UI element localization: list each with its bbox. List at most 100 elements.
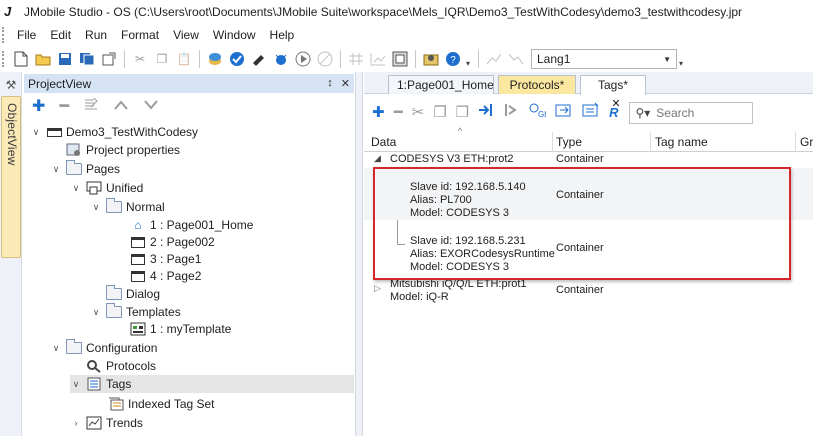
- debug-icon[interactable]: [272, 50, 290, 68]
- collapse-icon[interactable]: ∨: [70, 379, 82, 390]
- tree-item-mytemplate[interactable]: 1 : myTemplate: [130, 320, 231, 338]
- validate-icon[interactable]: [228, 50, 246, 68]
- expand-icon[interactable]: ▷: [374, 283, 381, 294]
- tree-item-trends[interactable]: › Trends: [70, 414, 143, 432]
- tag-convert-icon[interactable]: [555, 102, 573, 124]
- cut-icon[interactable]: ✂: [131, 50, 149, 68]
- collapse-icon[interactable]: ∨: [50, 343, 62, 354]
- tree-item-page1[interactable]: 3 : Page1: [130, 250, 201, 268]
- import-icon[interactable]: [478, 103, 494, 123]
- expand-icon[interactable]: ›: [70, 418, 82, 428]
- stop-icon[interactable]: [316, 50, 334, 68]
- collapse-icon[interactable]: ∨: [90, 202, 102, 213]
- menu-window[interactable]: Window: [206, 24, 263, 46]
- tree-item-normal[interactable]: ∨ Normal: [90, 198, 165, 216]
- tree-item-label: 3 : Page1: [150, 252, 202, 266]
- rename-icon[interactable]: [83, 97, 99, 117]
- tree-item-label: 1 : Page001_Home: [150, 218, 254, 232]
- tree-item-indexed-tag-set[interactable]: Indexed Tag Set: [108, 395, 215, 413]
- new-file-icon[interactable]: [12, 50, 30, 68]
- tree-item-project[interactable]: ∨ Demo3_TestWithCodesy: [30, 123, 198, 141]
- tools-icon[interactable]: ⚒: [3, 78, 19, 92]
- tag-search-box[interactable]: ⚲▾: [629, 102, 754, 124]
- menu-grip[interactable]: [2, 27, 6, 43]
- tree-item-templates[interactable]: ∨ Templates: [90, 303, 181, 321]
- refresh-tags-icon[interactable]: R: [609, 103, 618, 123]
- panel-splitter[interactable]: [355, 72, 363, 436]
- copy-icon[interactable]: ❐: [153, 50, 171, 68]
- tree-item-unified[interactable]: ∨ Unified: [70, 179, 144, 197]
- layout-icon[interactable]: [391, 50, 409, 68]
- toolbar-overflow-icon[interactable]: ▾: [466, 50, 474, 68]
- help-icon[interactable]: ?: [444, 50, 462, 68]
- collapse-icon[interactable]: ∨: [70, 183, 82, 194]
- tab-tags[interactable]: Tags* ✕: [580, 75, 646, 110]
- menu-edit[interactable]: Edit: [43, 24, 78, 46]
- tag-indexed-icon[interactable]: [582, 102, 600, 124]
- save-all-icon[interactable]: [78, 50, 96, 68]
- add-icon[interactable]: ✚: [32, 97, 45, 117]
- tree-item-pages[interactable]: ∨ Pages: [50, 160, 120, 178]
- menu-help[interactable]: Help: [263, 24, 302, 46]
- tab-page001-home[interactable]: 1:Page001_Home: [388, 75, 494, 94]
- open-folder-icon[interactable]: [34, 50, 52, 68]
- toolbar-grip[interactable]: [2, 51, 6, 67]
- remove-tag-icon[interactable]: ━: [394, 103, 403, 123]
- tree-item-configuration[interactable]: ∨ Configuration: [50, 339, 157, 357]
- close-icon[interactable]: ✕: [341, 77, 350, 90]
- export-icon[interactable]: [100, 50, 118, 68]
- collapse-icon[interactable]: ◢: [374, 153, 381, 164]
- build-icon[interactable]: [206, 50, 224, 68]
- column-divider[interactable]: [650, 132, 651, 152]
- column-header-data[interactable]: Data: [371, 135, 396, 149]
- move-down-icon[interactable]: [143, 97, 159, 117]
- menu-format[interactable]: Format: [114, 24, 166, 46]
- dictionary-icon[interactable]: Gb: [528, 102, 549, 124]
- toolbar-overflow-icon[interactable]: ▾: [679, 50, 687, 68]
- grid-icon[interactable]: [347, 50, 365, 68]
- menu-file[interactable]: File: [10, 24, 43, 46]
- column-header-type[interactable]: Type: [556, 135, 582, 149]
- column-divider[interactable]: [795, 132, 796, 152]
- trends-icon: [86, 416, 102, 430]
- tree-item-page001-home[interactable]: ⌂ 1 : Page001_Home: [130, 216, 253, 234]
- menu-run[interactable]: Run: [78, 24, 114, 46]
- column-header-tag-name[interactable]: Tag name: [655, 135, 708, 149]
- download-icon[interactable]: [250, 50, 268, 68]
- language-select[interactable]: Lang1 ▼: [531, 49, 677, 69]
- collapse-icon[interactable]: ∨: [90, 307, 102, 318]
- export-icon[interactable]: [503, 103, 519, 123]
- protocol-row-mitsubishi[interactable]: ▷ Mitsubishi iQ/Q/L ETH:prot1 Model: iQ-…: [364, 277, 813, 305]
- menu-view[interactable]: View: [166, 24, 206, 46]
- chart-down-icon[interactable]: [507, 50, 525, 68]
- tree-item-protocols[interactable]: Protocols: [86, 357, 156, 375]
- tree-item-page002[interactable]: 2 : Page002: [130, 233, 215, 251]
- collapse-icon[interactable]: ∨: [30, 127, 42, 138]
- tab-protocols[interactable]: Protocols*: [498, 75, 576, 94]
- chart-up-icon[interactable]: [485, 50, 503, 68]
- protocol-row-codesys[interactable]: ◢ CODESYS V3 ETH:prot2 Container: [364, 152, 813, 168]
- save-icon[interactable]: [56, 50, 74, 68]
- move-up-icon[interactable]: [113, 97, 129, 117]
- tree-item-tags[interactable]: ∨ Tags: [70, 375, 354, 393]
- tree-item-page2[interactable]: 4 : Page2: [130, 267, 201, 285]
- remove-icon[interactable]: ━: [59, 97, 69, 117]
- tree-item-project-properties[interactable]: Project properties: [66, 141, 180, 159]
- search-input[interactable]: [656, 106, 737, 120]
- column-header-group[interactable]: Gr: [800, 135, 813, 149]
- cut-icon[interactable]: ✂: [412, 103, 425, 123]
- snap-icon[interactable]: [369, 50, 387, 68]
- settings-box-icon[interactable]: [422, 50, 440, 68]
- paste-icon[interactable]: ❒: [456, 103, 469, 123]
- play-icon[interactable]: [294, 50, 312, 68]
- pin-icon[interactable]: ↕: [327, 77, 333, 90]
- column-divider[interactable]: [552, 132, 553, 152]
- object-view-tab[interactable]: ObjectView: [1, 96, 21, 258]
- tree-item-label: Dialog: [126, 287, 161, 301]
- copy-icon[interactable]: ❐: [433, 103, 446, 123]
- tree-item-dialog[interactable]: Dialog: [106, 285, 160, 303]
- collapse-icon[interactable]: ∨: [50, 164, 62, 175]
- add-tag-icon[interactable]: ✚: [372, 103, 385, 123]
- toolbar-separator: [478, 50, 479, 68]
- paste-icon[interactable]: 📋: [175, 50, 193, 68]
